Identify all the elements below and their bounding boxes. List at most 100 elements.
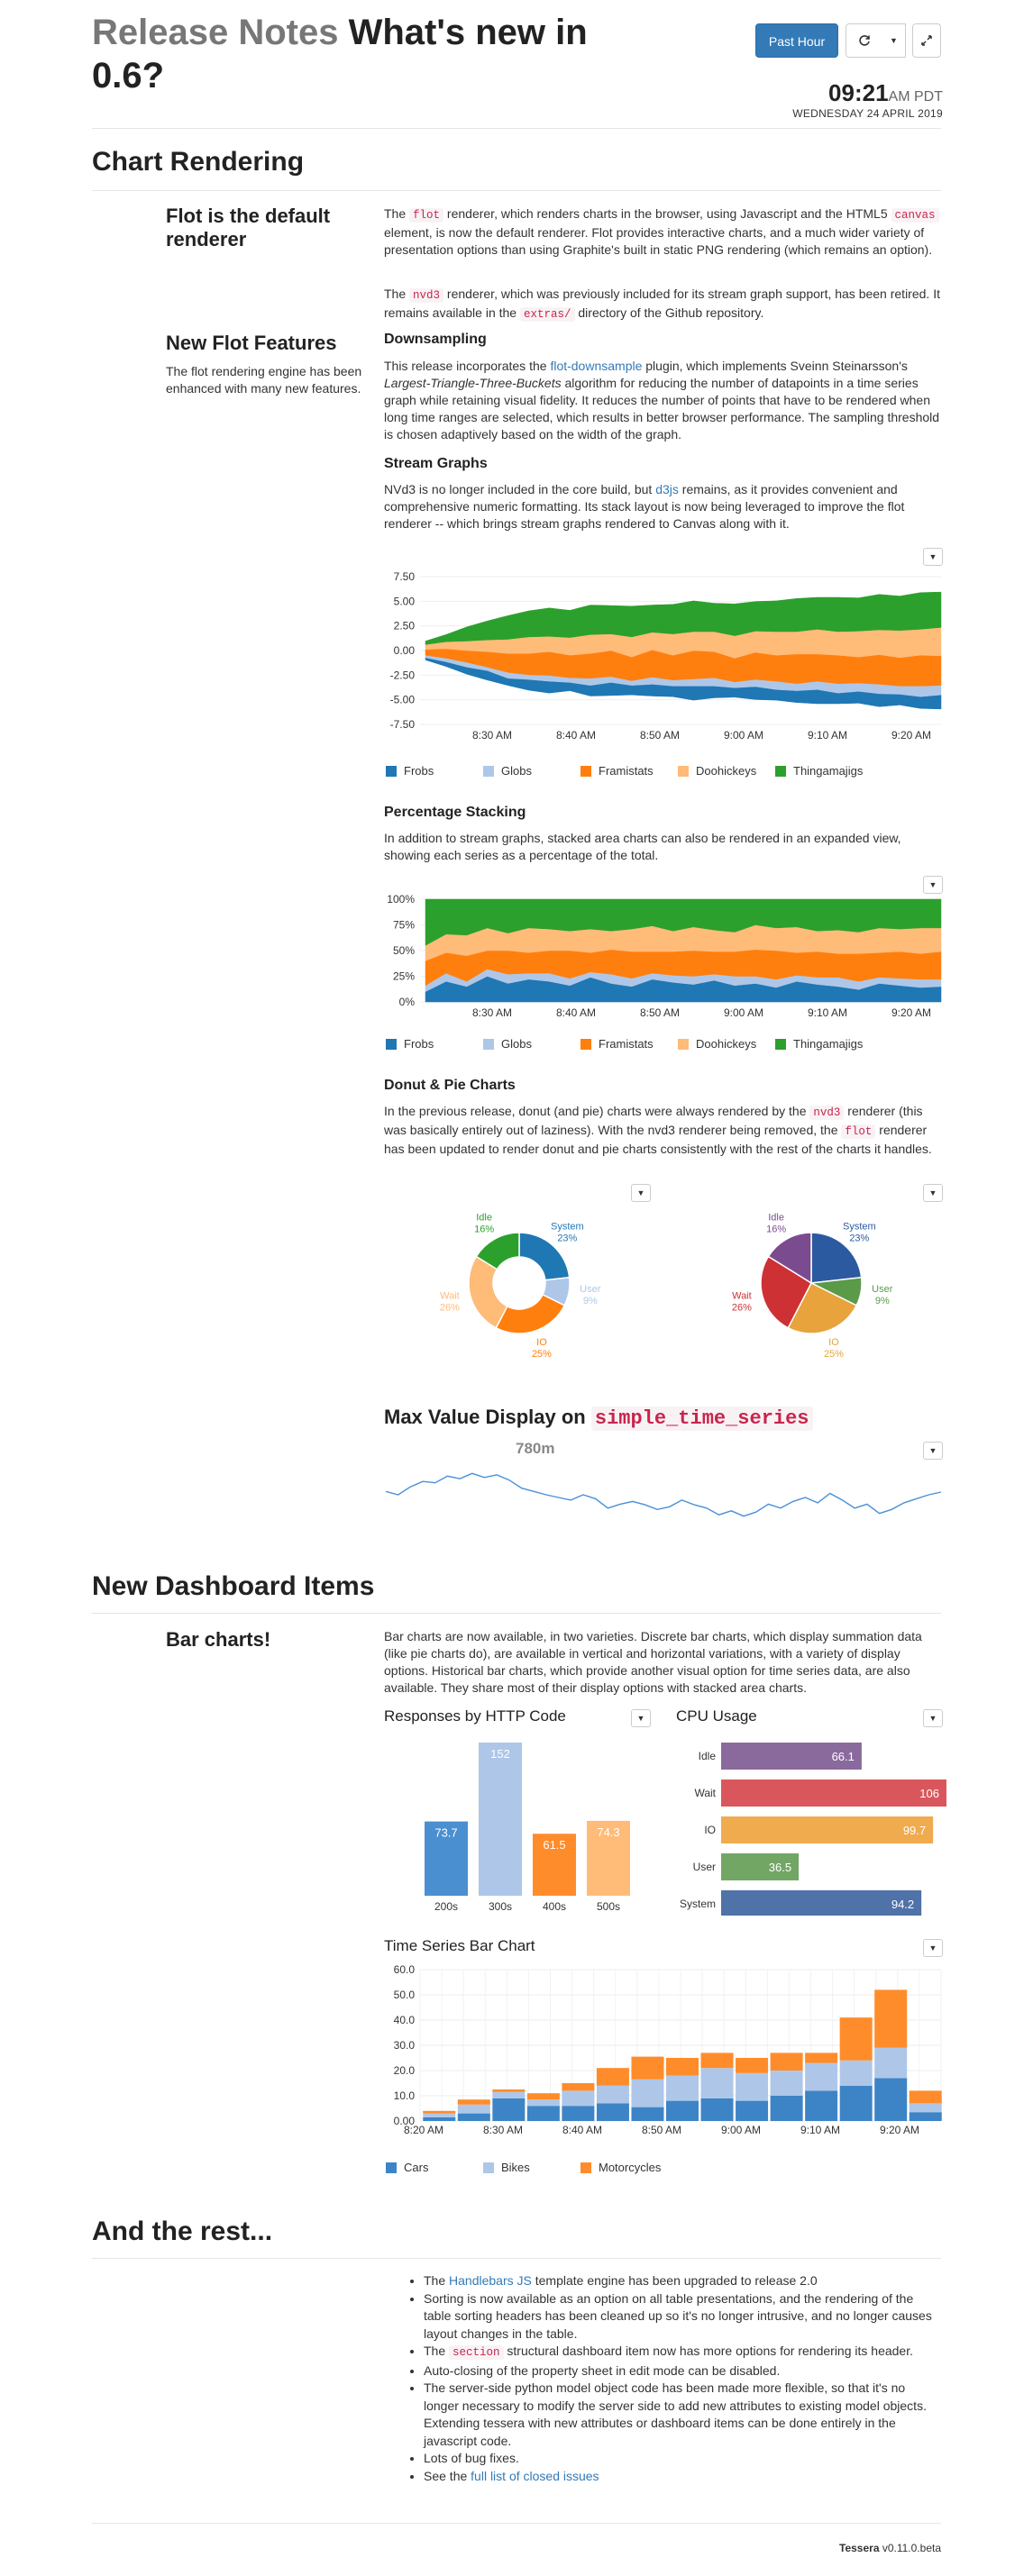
list-item: The Handlebars JS template engine has be… <box>424 2272 943 2290</box>
range-dropdown-button[interactable]: ▼ <box>882 23 906 58</box>
slice-percent: 25% <box>532 1349 552 1360</box>
bar-value-label: 99.7 <box>903 1824 926 1837</box>
bar-io <box>721 1816 934 1843</box>
legend-swatch <box>775 1038 786 1050</box>
slice-label: IO <box>536 1337 547 1348</box>
bar-segment-bikes <box>805 2062 838 2091</box>
closed-issues-link[interactable]: full list of closed issues <box>471 2469 599 2483</box>
bar-segment-motorcycles <box>631 2056 664 2080</box>
x-tick-label: 8:40 AM <box>562 2124 602 2136</box>
code-flot: flot <box>409 208 444 223</box>
bar-segment-motorcycles <box>909 2090 942 2104</box>
legend-swatch <box>386 765 397 777</box>
percentage-paragraph: In addition to stream graphs, stacked ar… <box>384 831 901 862</box>
caret-down-icon: ▼ <box>928 1714 937 1723</box>
legend-item[interactable]: Thingamajigs <box>775 764 873 778</box>
refresh-button[interactable] <box>846 23 883 58</box>
caret-down-icon: ▼ <box>636 1188 645 1197</box>
y-tick-label: 2.50 <box>394 620 416 633</box>
bar-segment-cars <box>736 2100 769 2121</box>
bar-segment-motorcycles <box>596 2068 629 2086</box>
y-tick-label: -5.00 <box>390 694 416 706</box>
legend-item[interactable]: Framistats <box>580 764 678 778</box>
fullscreen-button[interactable] <box>912 23 941 58</box>
legend-item[interactable]: Frobs <box>386 764 483 778</box>
y-tick-label: 7.50 <box>394 570 416 583</box>
code-canvas: canvas <box>891 208 939 223</box>
legend-swatch <box>386 1038 397 1050</box>
bar-value-label: 106 <box>919 1787 939 1800</box>
legend-item[interactable]: Cars <box>386 2161 483 2174</box>
chart-menu-button[interactable]: ▼ <box>923 876 943 894</box>
footer: Tessera v0.11.0.beta <box>839 2542 941 2554</box>
caret-down-icon: ▼ <box>928 1446 937 1455</box>
chart-menu-button[interactable]: ▼ <box>923 1184 943 1202</box>
bar-segment-cars <box>631 2107 664 2121</box>
heading-bar-charts: Bar charts! <box>166 1628 271 1651</box>
legend-item[interactable]: Framistats <box>580 1037 678 1051</box>
bar-segment-cars <box>666 2100 699 2121</box>
bar-value-label: 36.5 <box>769 1861 791 1874</box>
x-tick-label: 8:50 AM <box>640 729 680 741</box>
chart-menu-button[interactable]: ▼ <box>631 1184 651 1202</box>
chart-menu-button[interactable]: ▼ <box>631 1709 651 1727</box>
legend-item[interactable]: Globs <box>483 764 580 778</box>
donut-chart: System23% User9% IO25% Wait26% Idle16% <box>440 1213 601 1361</box>
chart-menu-button[interactable]: ▼ <box>923 1939 943 1957</box>
pie-slice-wait <box>468 1255 508 1329</box>
handlebars-link[interactable]: Handlebars JS <box>449 2273 532 2288</box>
x-tick-label: 9:00 AM <box>724 1006 763 1019</box>
y-tick-label: User <box>693 1861 716 1873</box>
legend-item[interactable]: Frobs <box>386 1037 483 1051</box>
bar-segment-cars <box>909 2112 942 2121</box>
divider <box>92 2523 941 2524</box>
bar-segment-cars <box>874 2078 908 2121</box>
slice-percent: 25% <box>824 1349 844 1360</box>
legend-item[interactable]: Doohickeys <box>678 764 775 778</box>
legend-item[interactable]: Bikes <box>483 2161 580 2174</box>
percentage-stacked-chart: 100% 75% 50% 25% 0% 8:30 AM 8:40 AM 8:50 AM 9:00… <box>387 893 942 1019</box>
x-tick-label: 200s <box>434 1900 458 1913</box>
chart-menu-button[interactable]: ▼ <box>923 1709 943 1727</box>
x-tick-label: 9:20 AM <box>891 1006 931 1019</box>
x-tick-label: 8:50 AM <box>640 1006 680 1019</box>
chart-menu-button[interactable]: ▼ <box>923 1442 943 1460</box>
bar-value-label: 152 <box>490 1747 510 1761</box>
legend-swatch <box>580 765 591 777</box>
new-flot-description: The flot rendering engine has been enhan… <box>166 364 362 396</box>
x-tick-label: 9:00 AM <box>721 2124 761 2136</box>
y-tick-label: 40.0 <box>394 2014 416 2026</box>
legend-item[interactable]: Motorcycles <box>580 2161 678 2174</box>
x-tick-label: 300s <box>489 1900 512 1913</box>
legend-item[interactable]: Doohickeys <box>678 1037 775 1051</box>
flot-downsample-link[interactable]: flot-downsample <box>550 359 642 373</box>
bar-segment-cars <box>805 2090 838 2121</box>
footer-version: v0.11.0.beta <box>879 2542 941 2554</box>
legend-item[interactable]: Thingamajigs <box>775 1037 873 1051</box>
bar-segment-motorcycles <box>562 2083 595 2091</box>
y-tick-label: 10.0 <box>394 2089 416 2102</box>
list-item: Auto-closing of the property sheet in ed… <box>424 2362 943 2380</box>
heading-percentage-stacking: Percentage Stacking <box>384 805 526 820</box>
rest-list: The Handlebars JS template engine has be… <box>407 2272 943 2485</box>
legend-swatch <box>483 1038 494 1050</box>
flot-paragraph: The flot renderer, which renders charts … <box>384 205 943 259</box>
divider <box>92 128 941 129</box>
y-tick-label: Wait <box>694 1787 716 1799</box>
bar-segment-motorcycles <box>805 2053 838 2063</box>
max-value-label: 780m <box>516 1440 555 1457</box>
list-item: See the full list of closed issues <box>424 2468 943 2486</box>
legend-swatch <box>483 2162 494 2173</box>
slice-label: System <box>551 1221 584 1232</box>
legend-item[interactable]: Globs <box>483 1037 580 1051</box>
y-tick-label: 30.0 <box>394 2039 416 2052</box>
bar-charts-paragraph: Bar charts are now available, in two var… <box>384 1629 922 1695</box>
y-tick-label: 50.0 <box>394 1989 416 2001</box>
time-series-bar-chart: 60.050.040.030.020.010.00.008:20 AM 8:30 … <box>394 1963 942 2136</box>
y-tick-label: 25% <box>393 970 415 983</box>
d3js-link[interactable]: d3js <box>655 482 679 496</box>
past-hour-button[interactable]: Past Hour <box>755 23 838 58</box>
bar-wait <box>721 1780 946 1807</box>
bar-segment-motorcycles <box>839 2017 873 2061</box>
bar-segment-motorcycles <box>457 2099 490 2105</box>
